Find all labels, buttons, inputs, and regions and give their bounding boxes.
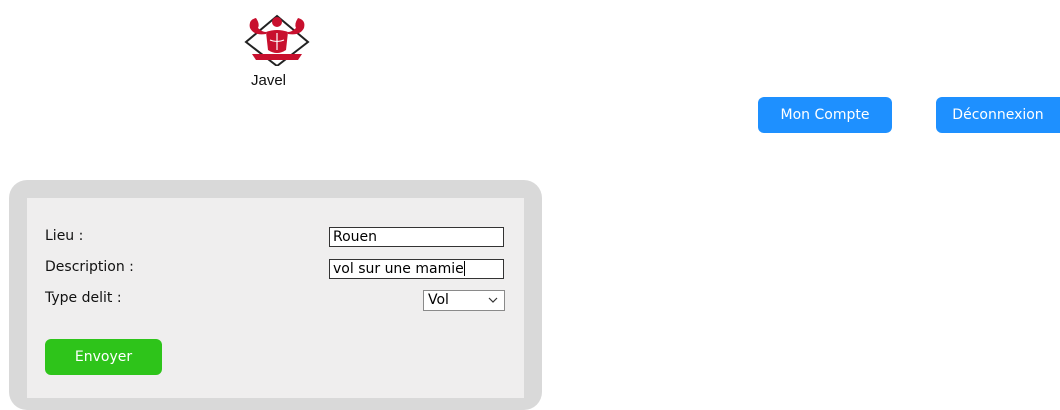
type-delit-select[interactable]: Vol	[423, 290, 505, 311]
text-cursor	[463, 261, 465, 276]
description-label: Description :	[45, 259, 134, 275]
bodybuilder-logo-icon	[244, 14, 310, 66]
logout-button[interactable]: Déconnexion	[936, 97, 1060, 133]
lieu-label: Lieu :	[45, 228, 84, 244]
submit-button[interactable]: Envoyer	[45, 339, 162, 375]
chevron-down-icon	[488, 297, 498, 303]
type-delit-selected-value: Vol	[428, 292, 449, 308]
lieu-input[interactable]: Rouen	[329, 227, 504, 247]
description-input-value: vol sur une mamie	[333, 261, 464, 277]
brand-name: Javel	[251, 72, 287, 89]
description-input[interactable]: vol sur une mamie	[329, 259, 504, 279]
type-delit-label: Type delit :	[45, 290, 122, 306]
lieu-input-value: Rouen	[333, 229, 378, 245]
my-account-button[interactable]: Mon Compte	[758, 97, 892, 133]
